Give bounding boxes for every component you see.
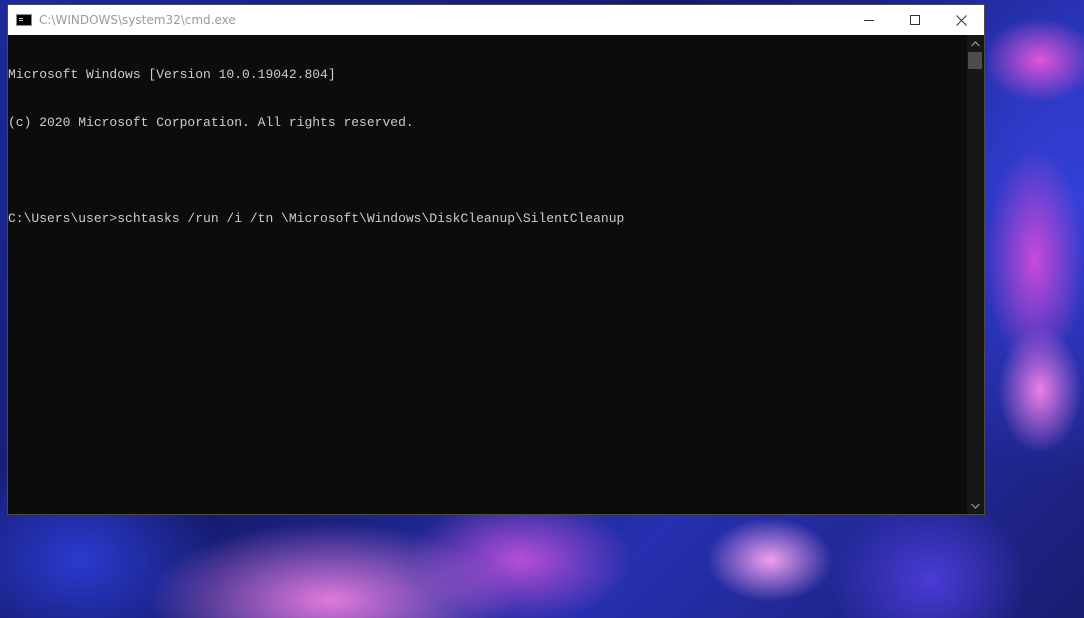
console-line: (c) 2020 Microsoft Corporation. All righ… (8, 115, 414, 130)
window-title: C:\WINDOWS\system32\cmd.exe (39, 13, 236, 27)
cmd-icon[interactable] (16, 14, 32, 26)
console-output[interactable]: Microsoft Windows [Version 10.0.19042.80… (8, 35, 967, 514)
console-area[interactable]: Microsoft Windows [Version 10.0.19042.80… (8, 35, 984, 514)
vertical-scrollbar[interactable] (967, 35, 984, 514)
close-button[interactable] (938, 5, 984, 35)
maximize-icon (910, 15, 920, 25)
caption-buttons (846, 5, 984, 35)
maximize-button[interactable] (892, 5, 938, 35)
chevron-down-icon (971, 503, 980, 509)
cmd-window[interactable]: C:\WINDOWS\system32\cmd.exe Microsoft Wi… (7, 4, 985, 515)
minimize-icon (864, 20, 874, 21)
title-bar[interactable]: C:\WINDOWS\system32\cmd.exe (8, 5, 984, 35)
scroll-thumb[interactable] (968, 52, 982, 69)
scroll-up-button[interactable] (967, 35, 984, 52)
console-line: C:\Users\user>schtasks /run /i /tn \Micr… (8, 211, 625, 226)
chevron-up-icon (971, 40, 980, 46)
console-line: Microsoft Windows [Version 10.0.19042.80… (8, 67, 336, 82)
minimize-button[interactable] (846, 5, 892, 35)
scroll-down-button[interactable] (967, 497, 984, 514)
close-icon (955, 14, 967, 26)
